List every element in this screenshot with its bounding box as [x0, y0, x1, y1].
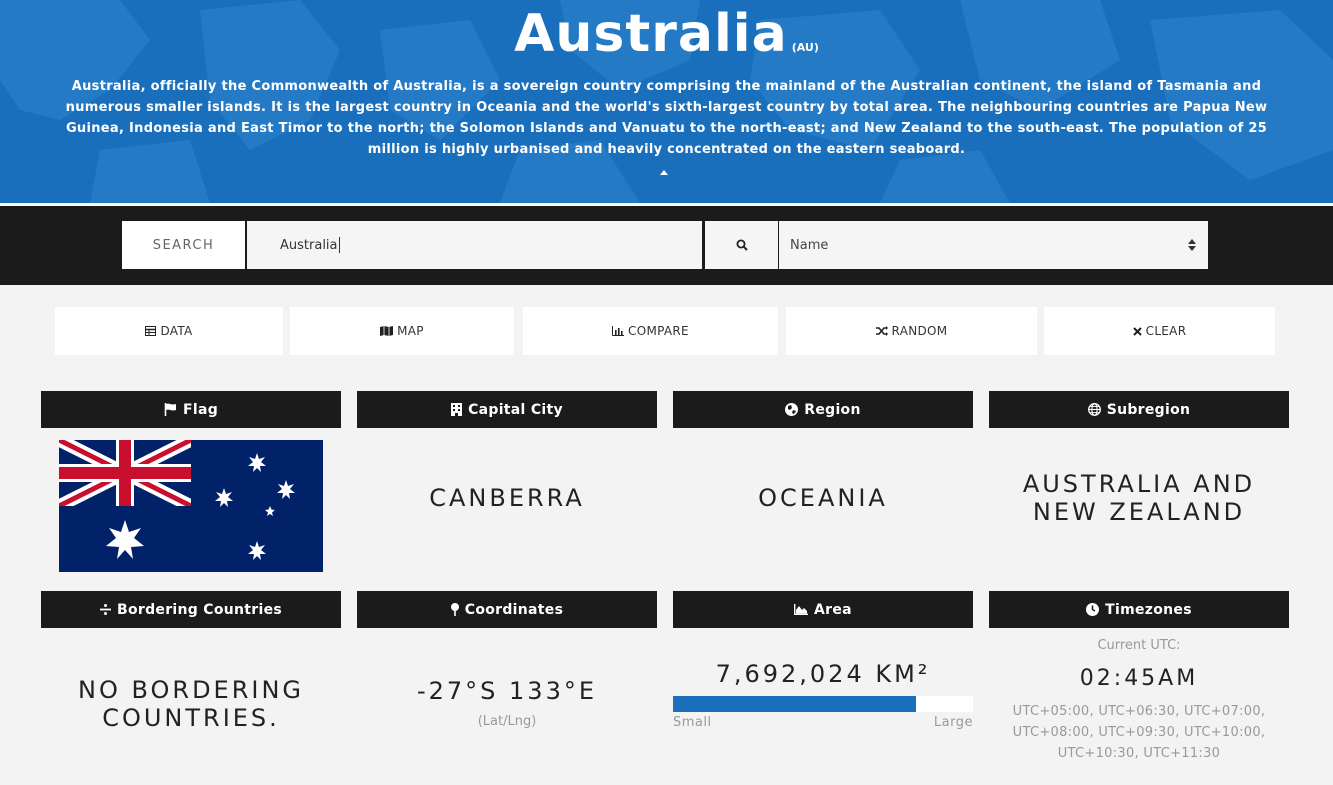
- area-card-header: Area: [673, 591, 973, 628]
- search-icon: [736, 239, 748, 251]
- building-icon: [451, 403, 463, 416]
- timezones-card-header: Timezones: [989, 591, 1289, 628]
- select-arrows-icon: [1188, 239, 1196, 251]
- area-min-label: Small: [673, 715, 712, 730]
- clear-button[interactable]: CLEAR: [1044, 307, 1275, 355]
- shuffle-icon: [875, 326, 888, 336]
- map-icon: [380, 326, 394, 336]
- borders-value: NO BORDERING COUNTRIES.: [77, 676, 305, 732]
- search-input[interactable]: Australia: [247, 221, 702, 269]
- country-title: Australia: [514, 4, 788, 64]
- random-button-label: RANDOM: [891, 324, 948, 338]
- region-card-title: Region: [804, 401, 861, 418]
- capital-card-header: Capital City: [357, 391, 657, 428]
- coords-card-header: Coordinates: [357, 591, 657, 628]
- compare-button-label: COMPARE: [628, 324, 689, 338]
- capital-value: CANBERRA: [429, 484, 585, 512]
- timezone-list: UTC+05:00, UTC+06:30, UTC+07:00, UTC+08:…: [1012, 704, 1266, 761]
- search-label: SEARCH: [122, 221, 245, 269]
- borders-card-header: Bordering Countries: [41, 591, 341, 628]
- close-icon: [1132, 326, 1142, 336]
- subregion-card-header: Subregion: [989, 391, 1289, 428]
- region-value: OCEANIA: [758, 484, 888, 512]
- timezones-card-title: Timezones: [1105, 601, 1192, 618]
- globe-icon: [785, 403, 799, 416]
- country-header: Australia (AU) Australia, officially the …: [0, 0, 1333, 203]
- globe-grid-icon: [1087, 403, 1101, 416]
- coords-card-title: Coordinates: [464, 601, 564, 618]
- current-utc-time: 02:45AM: [1079, 666, 1199, 691]
- data-button[interactable]: DATA: [55, 307, 283, 355]
- country-code: (AU): [791, 41, 819, 54]
- capital-card-title: Capital City: [468, 401, 563, 418]
- search-field-value: Name: [790, 237, 829, 253]
- divide-icon: [99, 604, 111, 615]
- area-size-bar: [673, 696, 973, 712]
- text-cursor: [338, 237, 340, 253]
- subregion-card-title: Subregion: [1106, 401, 1191, 418]
- current-utc-label: Current UTC:: [1097, 638, 1181, 653]
- area-chart-icon: [794, 604, 809, 615]
- flag-icon: [164, 403, 176, 416]
- data-button-label: DATA: [160, 324, 193, 338]
- region-card-header: Region: [673, 391, 973, 428]
- flag-card-header: Flag: [41, 391, 341, 428]
- search-input-value: Australia: [280, 237, 338, 253]
- area-size-bar-fill: [673, 696, 916, 712]
- area-value: 7,692,024 km²: [715, 660, 931, 688]
- bar-chart-icon: [612, 326, 625, 336]
- search-button[interactable]: [705, 221, 778, 269]
- search-field-select[interactable]: Name: [779, 221, 1208, 269]
- country-description: Australia, officially the Commonwealth o…: [65, 79, 1268, 157]
- collapse-caret-icon[interactable]: [660, 170, 668, 175]
- country-flag-image: [59, 440, 323, 572]
- clear-button-label: CLEAR: [1145, 324, 1187, 338]
- search-bar: SEARCH Australia Name: [0, 206, 1333, 285]
- coords-value: -27°S 133°E: [416, 677, 598, 705]
- random-button[interactable]: RANDOM: [786, 307, 1037, 355]
- borders-card-title: Bordering Countries: [116, 601, 283, 618]
- compare-button[interactable]: COMPARE: [523, 307, 778, 355]
- title-row: Australia (AU): [0, 4, 1333, 64]
- flag-card-title: Flag: [182, 401, 219, 418]
- area-card-title: Area: [814, 601, 852, 618]
- coords-sub-label: (Lat/Lng): [477, 714, 537, 729]
- pin-icon: [450, 603, 459, 616]
- map-button[interactable]: MAP: [290, 307, 514, 355]
- table-icon: [145, 326, 157, 336]
- map-button-label: MAP: [397, 324, 424, 338]
- clock-icon: [1086, 603, 1100, 616]
- area-max-label: Large: [933, 715, 973, 730]
- subregion-value: AUSTRALIA AND NEW ZEALAND: [1022, 470, 1256, 526]
